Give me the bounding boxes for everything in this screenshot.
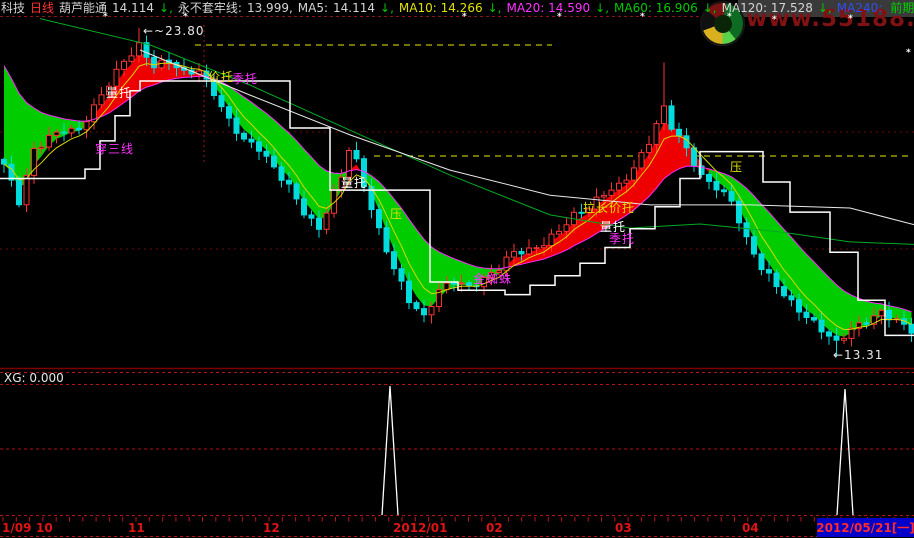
ma120-value: MA120: 17.528	[721, 1, 813, 15]
liangtuo-label-2: 量托	[341, 176, 368, 190]
ma10-arrow: ↓,	[487, 1, 502, 15]
axis-date-label: 11	[128, 521, 145, 535]
ma120-arrow: ↓,	[817, 1, 832, 15]
indicator-name: 葫芦能通	[59, 1, 108, 15]
sparkle-icon: *	[640, 12, 645, 22]
top-info-bar: 科技 日线 葫芦能通 14.114 ↓, 永不套牢线: 13.999, MA5: 14.114 ↓…	[0, 0, 914, 16]
axis-date-label: 02	[486, 521, 503, 535]
stock-name: 科技	[1, 1, 26, 15]
peak-price-label: ←~23.80	[143, 24, 205, 38]
sparkle-icon: *	[848, 14, 853, 24]
ma5-label: MA5:	[297, 1, 329, 15]
xg-label: XG:	[4, 371, 26, 385]
app-window: www.55188.com 科技日线葫芦能通14.114↓,永不套牢线:13.9…	[0, 0, 914, 538]
jituo-label-2: 季托	[609, 232, 636, 246]
ya-label-1: 压	[390, 207, 404, 221]
price-arrow: ↓,	[159, 1, 173, 15]
ma5-arrow: ↓,	[380, 1, 394, 15]
chuansanxian-label: 穿三线	[95, 142, 135, 156]
price-value: 14.114	[112, 1, 155, 15]
chart-canvas[interactable]	[0, 0, 914, 538]
prev-high-label: 前期高位: 20.970,	[887, 0, 914, 16]
ya-label-2: 压	[730, 160, 744, 174]
period-label[interactable]: 日线	[30, 0, 54, 16]
axis-date-label: 12	[263, 521, 280, 535]
ma5-value: 14.114	[333, 1, 376, 15]
lachangjiatuo-label: 拉长价托	[583, 201, 636, 215]
jituo-label-1: 季托	[232, 72, 259, 86]
jinzhizhu-label: 金蜘蛛	[473, 272, 513, 286]
sparkle-icon: *	[772, 15, 777, 25]
sparkle-icon: *	[103, 12, 108, 22]
ma240-label: MA240:	[836, 1, 883, 15]
xg-value: 0.000	[29, 371, 64, 385]
sparkle-icon: *	[462, 12, 467, 22]
ma60-arrow: ↓,	[702, 1, 717, 15]
current-date-badge: 2012/05/21[一]	[816, 518, 914, 537]
axis-date-label: 1/09	[2, 521, 32, 535]
sparkle-icon: *	[727, 12, 732, 22]
sparkle-icon: *	[557, 12, 562, 22]
xg-indicator-label: XG: 0.000	[4, 371, 64, 385]
liangtuo-label-1: 量托	[106, 86, 133, 100]
ma20-value: MA20: 14.590	[506, 1, 591, 15]
jiatuo-label: 价托	[208, 70, 235, 84]
axis-date-label: 04	[742, 521, 759, 535]
sparkle-icon: *	[906, 48, 911, 58]
ma20-arrow: ↓,	[595, 1, 610, 15]
ma10-value: MA10: 14.266	[398, 1, 483, 15]
sparkle-icon: *	[183, 12, 188, 22]
never-trapped-line-value: 13.999,	[246, 1, 293, 15]
ma60-value: MA60: 16.906	[614, 1, 698, 15]
axis-date-label: 2012/01	[393, 521, 448, 535]
axis-date-label: 10	[36, 521, 53, 535]
axis-date-label: 03	[615, 521, 632, 535]
low-price-label: ←13.31	[833, 348, 884, 362]
